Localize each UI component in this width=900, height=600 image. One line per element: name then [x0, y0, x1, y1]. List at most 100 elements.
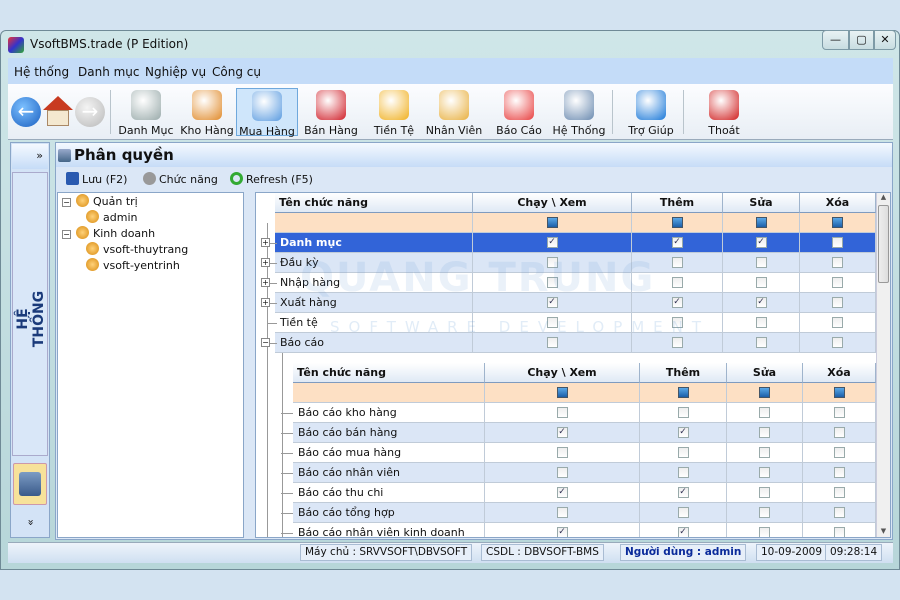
column-header[interactable]: Xóa [803, 363, 876, 383]
permission-checkbox[interactable] [833, 427, 845, 438]
toolbar-list-button[interactable]: Danh Mục [115, 88, 177, 137]
system-server-icon[interactable] [13, 463, 47, 505]
toolbar-purchase-button[interactable]: Mua Hàng [236, 88, 298, 138]
permission-checkbox[interactable] [833, 507, 845, 518]
select-all-checkbox[interactable] [556, 387, 568, 398]
permission-checkbox[interactable] [833, 527, 845, 537]
select-all-checkbox[interactable] [755, 217, 767, 228]
forward-icon[interactable]: → [75, 97, 105, 127]
maximize-button[interactable]: ▢ [849, 30, 874, 50]
permission-checkbox[interactable]: ✓ [546, 297, 558, 308]
minimize-button[interactable]: — [822, 30, 849, 50]
permission-checkbox[interactable] [677, 447, 689, 458]
permission-checkbox[interactable]: ✓ [755, 237, 767, 248]
permission-checkbox[interactable]: ✓ [556, 487, 568, 498]
column-header[interactable]: Sửa [727, 363, 803, 383]
column-header[interactable]: Xóa [800, 193, 876, 213]
toolbar-server-button[interactable]: Hệ Thống [548, 88, 610, 137]
column-header[interactable]: Tên chức năng [293, 363, 485, 383]
toolbar-help-button[interactable]: Trợ Giúp [620, 88, 682, 137]
permission-checkbox[interactable] [833, 487, 845, 498]
row-name[interactable]: Danh mục [275, 233, 473, 253]
permission-checkbox[interactable]: ✓ [755, 297, 767, 308]
permission-checkbox[interactable] [546, 277, 558, 288]
permission-checkbox[interactable]: ✓ [546, 237, 558, 248]
tree-group[interactable]: − Kinh doanh [62, 226, 155, 240]
grid-scrollbar[interactable]: ▲ ▼ [876, 193, 890, 537]
permission-checkbox[interactable] [671, 337, 683, 348]
permission-checkbox[interactable] [755, 317, 767, 328]
functions-button[interactable]: Chức năng [143, 172, 218, 186]
permission-checkbox[interactable] [759, 527, 770, 537]
column-header[interactable]: Chạy \ Xem [473, 193, 632, 213]
home-icon[interactable] [43, 96, 73, 128]
sidebar-label[interactable]: HỆ THỐNG [15, 281, 47, 357]
row-name[interactable]: Xuất hàng [275, 293, 473, 313]
permission-checkbox[interactable] [755, 277, 767, 288]
permission-checkbox[interactable]: ✓ [671, 297, 683, 308]
column-header[interactable]: Thêm [632, 193, 723, 213]
permission-checkbox[interactable] [759, 507, 770, 518]
permission-checkbox[interactable]: ✓ [677, 487, 689, 498]
permission-checkbox[interactable] [677, 407, 689, 418]
collapse-icon[interactable]: − [62, 198, 71, 207]
toolbar-box-button[interactable]: Kho Hàng [176, 88, 238, 137]
expand-icon[interactable]: + [261, 238, 270, 247]
column-header[interactable]: Thêm [640, 363, 727, 383]
save-button[interactable]: Lưu (F2) [66, 172, 127, 186]
permission-checkbox[interactable] [832, 237, 843, 248]
permission-checkbox[interactable] [671, 317, 683, 328]
permission-checkbox[interactable] [556, 407, 568, 418]
permission-checkbox[interactable] [833, 447, 845, 458]
menu-danh-muc[interactable]: Danh mục [78, 65, 140, 79]
toolbar-employee-button[interactable]: Nhân Viên [423, 88, 485, 137]
permission-checkbox[interactable] [556, 447, 568, 458]
column-header[interactable]: Tên chức năng [275, 193, 473, 213]
permission-checkbox[interactable] [556, 507, 568, 518]
permission-checkbox[interactable] [671, 277, 683, 288]
permission-checkbox[interactable] [759, 407, 770, 418]
collapse-icon[interactable]: − [62, 230, 71, 239]
column-header[interactable]: Chạy \ Xem [485, 363, 640, 383]
row-name[interactable]: Báo cáo mua hàng [293, 443, 485, 463]
permission-checkbox[interactable] [546, 317, 558, 328]
row-name[interactable]: Báo cáo thu chi [293, 483, 485, 503]
permission-checkbox[interactable]: ✓ [556, 527, 568, 537]
row-name[interactable]: Nhập hàng [275, 273, 473, 293]
tree-user[interactable]: admin [86, 210, 137, 224]
permission-checkbox[interactable] [755, 257, 767, 268]
expand-icon[interactable]: + [261, 258, 270, 267]
row-name[interactable]: Tiền tệ [275, 313, 473, 333]
close-button[interactable]: ✕ [874, 30, 896, 50]
row-name[interactable]: Đầu kỳ [275, 253, 473, 273]
permission-checkbox[interactable]: ✓ [677, 527, 689, 537]
collapse-icon[interactable]: − [261, 338, 270, 347]
sidebar-more-button[interactable]: » [18, 505, 43, 541]
row-name[interactable]: Báo cáo tổng hợp [293, 503, 485, 523]
row-name[interactable]: Báo cáo kho hàng [293, 403, 485, 423]
permission-checkbox[interactable] [832, 277, 843, 288]
row-name[interactable]: Báo cáo bán hàng [293, 423, 485, 443]
permission-checkbox[interactable] [832, 257, 843, 268]
permission-checkbox[interactable] [677, 467, 689, 478]
select-all-checkbox[interactable] [546, 217, 558, 228]
select-all-checkbox[interactable] [832, 217, 843, 228]
toolbar-sales-button[interactable]: Bán Hàng [300, 88, 362, 137]
permission-checkbox[interactable] [833, 407, 845, 418]
tree-user[interactable]: vsoft-yentrinh [86, 258, 180, 272]
select-all-checkbox[interactable] [759, 387, 770, 398]
permission-checkbox[interactable] [556, 467, 568, 478]
row-name[interactable]: Báo cáo nhân viên [293, 463, 485, 483]
column-header[interactable]: Sửa [723, 193, 800, 213]
permission-checkbox[interactable]: ✓ [556, 427, 568, 438]
permission-checkbox[interactable] [755, 337, 767, 348]
tree-group[interactable]: − Quản trị [62, 194, 138, 208]
tree-user[interactable]: vsoft-thuytrang [86, 242, 188, 256]
toolbar-report-chart-button[interactable]: Báo Cáo [488, 88, 550, 137]
menu-nghiep-vu[interactable]: Nghiệp vụ [145, 65, 206, 79]
permission-checkbox[interactable] [677, 507, 689, 518]
expand-icon[interactable]: + [261, 298, 270, 307]
permission-checkbox[interactable] [832, 337, 843, 348]
permission-checkbox[interactable]: ✓ [671, 237, 683, 248]
refresh-button[interactable]: Refresh (F5) [230, 172, 313, 186]
